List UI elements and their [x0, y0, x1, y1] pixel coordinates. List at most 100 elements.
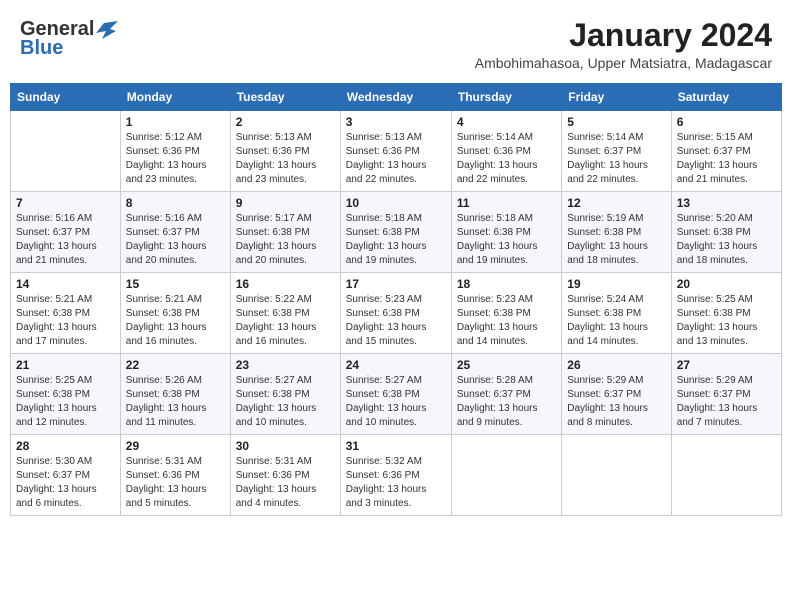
calendar-week-row: 28 Sunrise: 5:30 AM Sunset: 6:37 PM Dayli…: [11, 435, 782, 516]
day-info: Sunrise: 5:13 AM Sunset: 6:36 PM Dayligh…: [346, 131, 446, 187]
day-number: 26: [567, 358, 665, 372]
day-info: Sunrise: 5:21 AM Sunset: 6:38 PM Dayligh…: [126, 293, 225, 349]
day-info: Sunrise: 5:19 AM Sunset: 6:38 PM Dayligh…: [567, 212, 665, 268]
day-number: 27: [677, 358, 776, 372]
calendar-cell: 17 Sunrise: 5:23 AM Sunset: 6:38 PM Dayli…: [340, 273, 451, 354]
calendar-cell: 12 Sunrise: 5:19 AM Sunset: 6:38 PM Dayli…: [562, 192, 671, 273]
calendar-cell: [451, 435, 561, 516]
calendar-cell: 27 Sunrise: 5:29 AM Sunset: 6:37 PM Dayli…: [671, 354, 781, 435]
day-number: 18: [457, 277, 556, 291]
calendar-header-row: SundayMondayTuesdayWednesdayThursdayFrid…: [11, 84, 782, 111]
calendar-cell: 23 Sunrise: 5:27 AM Sunset: 6:38 PM Dayli…: [230, 354, 340, 435]
day-number: 5: [567, 115, 665, 129]
day-info: Sunrise: 5:16 AM Sunset: 6:37 PM Dayligh…: [126, 212, 225, 268]
calendar-cell: 31 Sunrise: 5:32 AM Sunset: 6:36 PM Dayli…: [340, 435, 451, 516]
day-number: 3: [346, 115, 446, 129]
day-info: Sunrise: 5:18 AM Sunset: 6:38 PM Dayligh…: [457, 212, 556, 268]
day-info: Sunrise: 5:27 AM Sunset: 6:38 PM Dayligh…: [236, 374, 335, 430]
day-info: Sunrise: 5:16 AM Sunset: 6:37 PM Dayligh…: [16, 212, 115, 268]
calendar-cell: 5 Sunrise: 5:14 AM Sunset: 6:37 PM Daylig…: [562, 111, 671, 192]
calendar-cell: 26 Sunrise: 5:29 AM Sunset: 6:37 PM Dayli…: [562, 354, 671, 435]
day-info: Sunrise: 5:23 AM Sunset: 6:38 PM Dayligh…: [346, 293, 446, 349]
calendar-week-row: 14 Sunrise: 5:21 AM Sunset: 6:38 PM Dayli…: [11, 273, 782, 354]
logo: General Blue: [20, 18, 118, 60]
day-info: Sunrise: 5:23 AM Sunset: 6:38 PM Dayligh…: [457, 293, 556, 349]
day-number: 9: [236, 196, 335, 210]
day-info: Sunrise: 5:13 AM Sunset: 6:36 PM Dayligh…: [236, 131, 335, 187]
day-number: 17: [346, 277, 446, 291]
calendar-cell: 22 Sunrise: 5:26 AM Sunset: 6:38 PM Dayli…: [120, 354, 230, 435]
weekday-header-monday: Monday: [120, 84, 230, 111]
day-info: Sunrise: 5:17 AM Sunset: 6:38 PM Dayligh…: [236, 212, 335, 268]
day-info: Sunrise: 5:22 AM Sunset: 6:38 PM Dayligh…: [236, 293, 335, 349]
day-info: Sunrise: 5:31 AM Sunset: 6:36 PM Dayligh…: [236, 455, 335, 511]
day-info: Sunrise: 5:21 AM Sunset: 6:38 PM Dayligh…: [16, 293, 115, 349]
calendar-cell: 20 Sunrise: 5:25 AM Sunset: 6:38 PM Dayli…: [671, 273, 781, 354]
calendar-cell: 28 Sunrise: 5:30 AM Sunset: 6:37 PM Dayli…: [11, 435, 121, 516]
month-year-title: January 2024: [475, 18, 772, 53]
day-number: 31: [346, 439, 446, 453]
day-number: 6: [677, 115, 776, 129]
day-info: Sunrise: 5:26 AM Sunset: 6:38 PM Dayligh…: [126, 374, 225, 430]
day-number: 10: [346, 196, 446, 210]
day-info: Sunrise: 5:28 AM Sunset: 6:37 PM Dayligh…: [457, 374, 556, 430]
day-number: 19: [567, 277, 665, 291]
location-subtitle: Ambohimahasoa, Upper Matsiatra, Madagasc…: [475, 55, 772, 71]
day-number: 13: [677, 196, 776, 210]
day-number: 16: [236, 277, 335, 291]
calendar-week-row: 1Sunrise: 5:12 AM Sunset: 6:36 PM Daylig…: [11, 111, 782, 192]
calendar-cell: 9 Sunrise: 5:17 AM Sunset: 6:38 PM Daylig…: [230, 192, 340, 273]
day-number: 23: [236, 358, 335, 372]
calendar-cell: 11 Sunrise: 5:18 AM Sunset: 6:38 PM Dayli…: [451, 192, 561, 273]
calendar-cell: 18 Sunrise: 5:23 AM Sunset: 6:38 PM Dayli…: [451, 273, 561, 354]
day-number: 11: [457, 196, 556, 210]
day-number: 21: [16, 358, 115, 372]
day-info: Sunrise: 5:32 AM Sunset: 6:36 PM Dayligh…: [346, 455, 446, 511]
day-number: 28: [16, 439, 115, 453]
calendar-cell: 29 Sunrise: 5:31 AM Sunset: 6:36 PM Dayli…: [120, 435, 230, 516]
weekday-header-tuesday: Tuesday: [230, 84, 340, 111]
day-number: 2: [236, 115, 335, 129]
calendar-cell: 2 Sunrise: 5:13 AM Sunset: 6:36 PM Daylig…: [230, 111, 340, 192]
page-header: General Blue January 2024 Ambohimahasoa,…: [10, 10, 782, 75]
logo-bird-icon: [96, 21, 118, 39]
day-info: Sunrise: 5:15 AM Sunset: 6:37 PM Dayligh…: [677, 131, 776, 187]
title-area: January 2024 Ambohimahasoa, Upper Matsia…: [475, 18, 772, 71]
calendar-cell: 25Sunrise: 5:28 AM Sunset: 6:37 PM Dayli…: [451, 354, 561, 435]
day-number: 20: [677, 277, 776, 291]
calendar-cell: 6 Sunrise: 5:15 AM Sunset: 6:37 PM Daylig…: [671, 111, 781, 192]
calendar-cell: [11, 111, 121, 192]
calendar-cell: [562, 435, 671, 516]
day-info: Sunrise: 5:14 AM Sunset: 6:37 PM Dayligh…: [567, 131, 665, 187]
weekday-header-friday: Friday: [562, 84, 671, 111]
calendar-cell: 16 Sunrise: 5:22 AM Sunset: 6:38 PM Dayli…: [230, 273, 340, 354]
calendar-cell: [671, 435, 781, 516]
weekday-header-sunday: Sunday: [11, 84, 121, 111]
calendar-cell: 30 Sunrise: 5:31 AM Sunset: 6:36 PM Dayli…: [230, 435, 340, 516]
day-info: Sunrise: 5:29 AM Sunset: 6:37 PM Dayligh…: [567, 374, 665, 430]
calendar-cell: 24 Sunrise: 5:27 AM Sunset: 6:38 PM Dayli…: [340, 354, 451, 435]
day-info: Sunrise: 5:24 AM Sunset: 6:38 PM Dayligh…: [567, 293, 665, 349]
day-number: 29: [126, 439, 225, 453]
calendar-cell: 3 Sunrise: 5:13 AM Sunset: 6:36 PM Daylig…: [340, 111, 451, 192]
day-info: Sunrise: 5:31 AM Sunset: 6:36 PM Dayligh…: [126, 455, 225, 511]
calendar-cell: 10Sunrise: 5:18 AM Sunset: 6:38 PM Dayli…: [340, 192, 451, 273]
calendar-cell: 1Sunrise: 5:12 AM Sunset: 6:36 PM Daylig…: [120, 111, 230, 192]
day-info: Sunrise: 5:27 AM Sunset: 6:38 PM Dayligh…: [346, 374, 446, 430]
calendar-cell: 14 Sunrise: 5:21 AM Sunset: 6:38 PM Dayli…: [11, 273, 121, 354]
day-info: Sunrise: 5:30 AM Sunset: 6:37 PM Dayligh…: [16, 455, 115, 511]
calendar-week-row: 21 Sunrise: 5:25 AM Sunset: 6:38 PM Dayli…: [11, 354, 782, 435]
logo-blue-text: Blue: [20, 37, 63, 60]
day-number: 12: [567, 196, 665, 210]
day-info: Sunrise: 5:20 AM Sunset: 6:38 PM Dayligh…: [677, 212, 776, 268]
day-number: 7: [16, 196, 115, 210]
day-number: 30: [236, 439, 335, 453]
day-number: 24: [346, 358, 446, 372]
day-info: Sunrise: 5:25 AM Sunset: 6:38 PM Dayligh…: [16, 374, 115, 430]
day-info: Sunrise: 5:29 AM Sunset: 6:37 PM Dayligh…: [677, 374, 776, 430]
day-number: 22: [126, 358, 225, 372]
weekday-header-saturday: Saturday: [671, 84, 781, 111]
day-info: Sunrise: 5:25 AM Sunset: 6:38 PM Dayligh…: [677, 293, 776, 349]
day-number: 14: [16, 277, 115, 291]
day-number: 4: [457, 115, 556, 129]
